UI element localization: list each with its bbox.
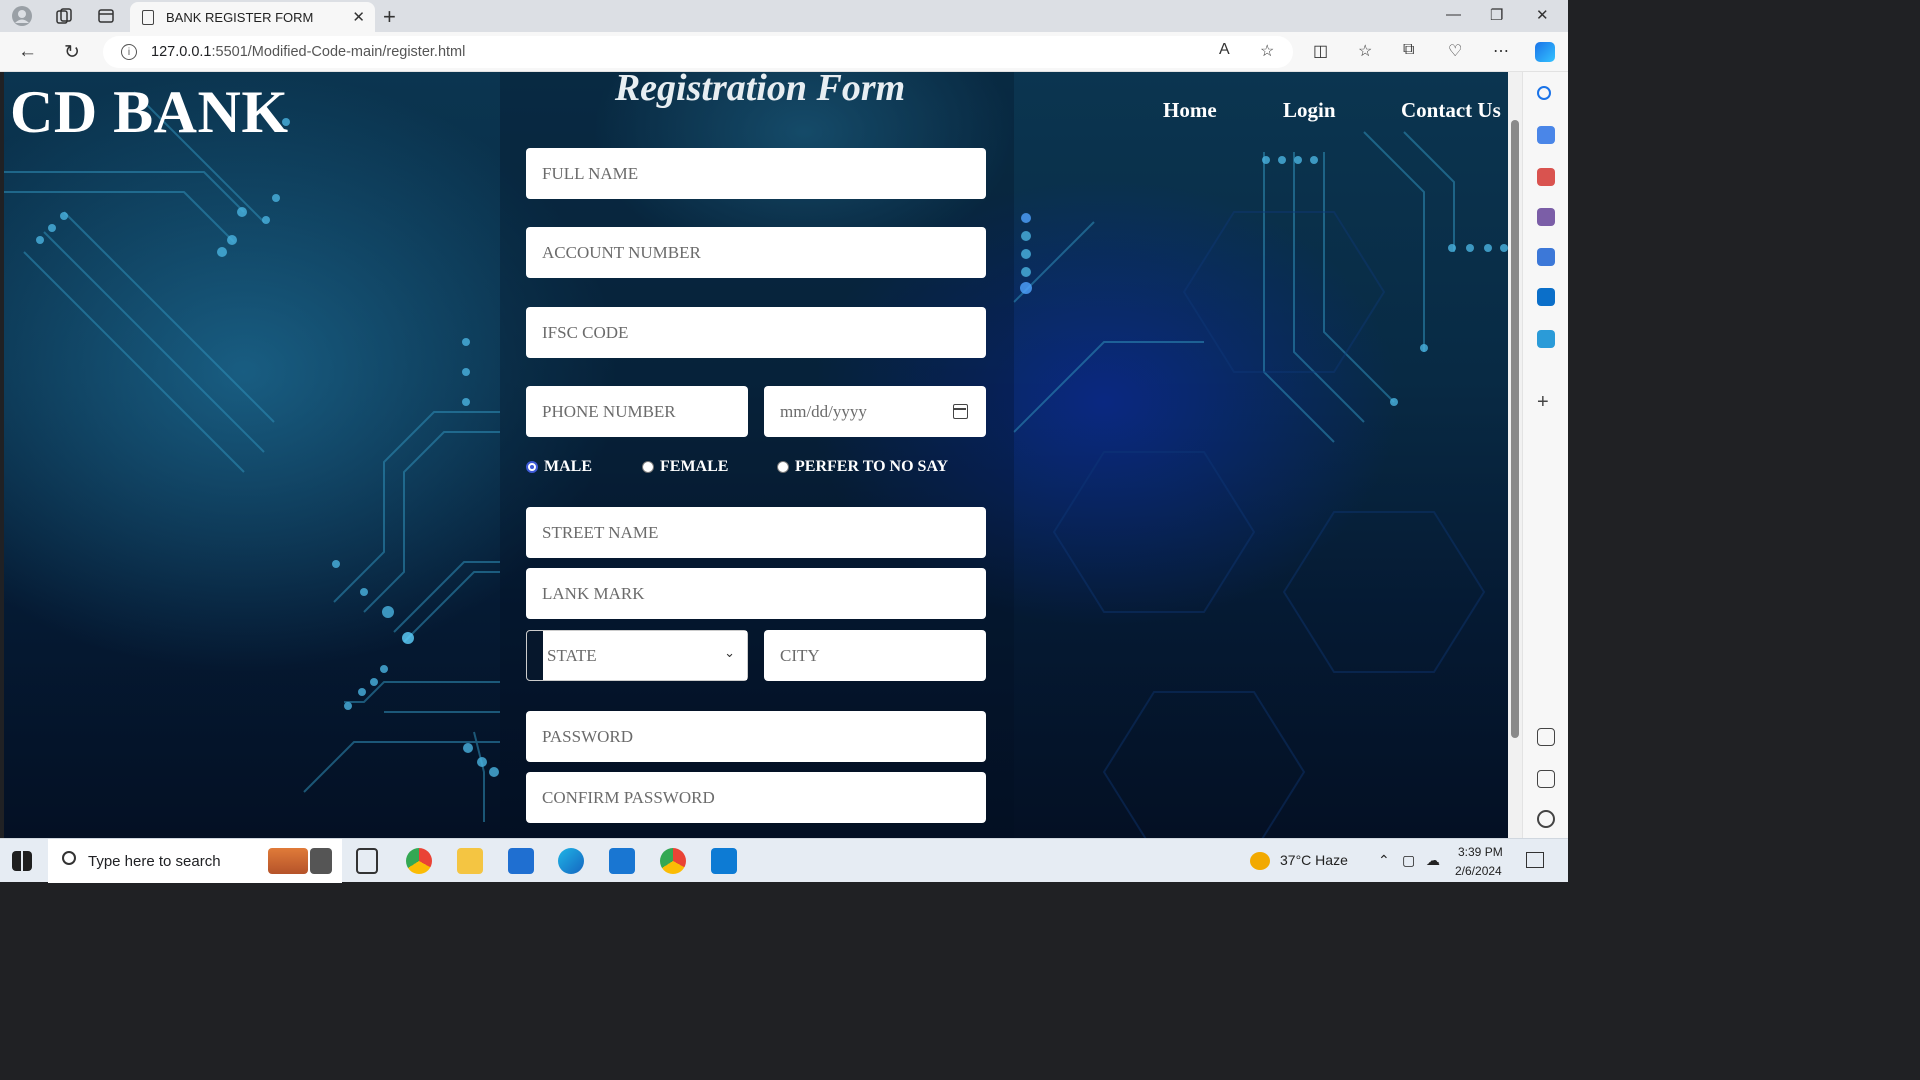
url-path: :5501/Modified-Code-main/register.html bbox=[211, 44, 466, 60]
address-bar[interactable]: i 127.0.0.1:5501/Modified-Code-main/regi… bbox=[103, 36, 1293, 68]
favorites-icon[interactable]: ☆ bbox=[1358, 41, 1372, 61]
page-viewport: CD BANK Registration Form Home Login Con… bbox=[4, 72, 1508, 838]
external-link-icon[interactable] bbox=[1537, 770, 1555, 788]
clock-time[interactable]: 3:39 PM bbox=[1458, 845, 1503, 859]
scrollbar-thumb[interactable] bbox=[1511, 120, 1519, 738]
task-view-icon[interactable] bbox=[356, 848, 378, 874]
collections-icon[interactable]: ⧉ bbox=[1403, 41, 1414, 59]
password-input[interactable]: PASSWORD bbox=[526, 711, 986, 762]
minimize-icon[interactable]: — bbox=[1446, 6, 1461, 23]
document-icon bbox=[142, 9, 154, 25]
outlook-icon[interactable] bbox=[1537, 288, 1555, 306]
full-name-input[interactable]: FULL NAME bbox=[526, 148, 986, 199]
shopping-icon[interactable] bbox=[1537, 126, 1555, 144]
notifications-icon[interactable] bbox=[1526, 852, 1544, 868]
new-tab-icon[interactable]: + bbox=[383, 4, 396, 30]
calculator-icon[interactable] bbox=[310, 848, 332, 874]
weather-sun-icon[interactable] bbox=[1250, 852, 1270, 870]
drop-icon[interactable] bbox=[1537, 330, 1555, 348]
vscode-icon[interactable] bbox=[711, 848, 737, 874]
close-window-icon[interactable]: ✕ bbox=[1536, 6, 1549, 24]
gender-female-option[interactable]: FEMALE bbox=[642, 458, 728, 476]
radio-female[interactable] bbox=[642, 461, 654, 473]
search-icon[interactable] bbox=[1537, 86, 1551, 100]
profile-icon[interactable] bbox=[12, 6, 32, 26]
mail-icon[interactable] bbox=[609, 848, 635, 874]
state-select[interactable]: STATE ⌄ bbox=[526, 630, 748, 681]
file-explorer-icon[interactable] bbox=[457, 848, 483, 874]
nav-contact-link[interactable]: Contact Us bbox=[1401, 98, 1501, 123]
microsoft365-icon[interactable] bbox=[1537, 248, 1555, 266]
radio-label-female: FEMALE bbox=[660, 458, 729, 475]
tab-title: BANK REGISTER FORM bbox=[166, 9, 314, 25]
phone-number-input[interactable]: PHONE NUMBER bbox=[526, 386, 748, 437]
tools-icon[interactable] bbox=[1537, 168, 1555, 186]
ifsc-code-input[interactable]: IFSC CODE bbox=[526, 307, 986, 358]
edge-icon[interactable] bbox=[558, 848, 584, 874]
edge-sidebar: + bbox=[1522, 72, 1568, 838]
gender-male-option[interactable]: MALE bbox=[526, 458, 592, 476]
settings-gear-icon[interactable] bbox=[1537, 810, 1555, 828]
split-screen-icon[interactable]: ◫ bbox=[1313, 41, 1328, 61]
more-menu-icon[interactable]: ⋯ bbox=[1493, 41, 1509, 61]
radio-prefer-not[interactable] bbox=[777, 461, 789, 473]
confirm-password-input[interactable]: CONFIRM PASSWORD bbox=[526, 772, 986, 823]
chrome-icon[interactable] bbox=[406, 848, 432, 874]
workspaces-icon[interactable] bbox=[54, 6, 74, 26]
form-title: Registration Form bbox=[614, 72, 906, 109]
sidebar-toggle-icon[interactable] bbox=[1537, 728, 1555, 746]
start-icon[interactable] bbox=[12, 851, 32, 871]
nav-login-link[interactable]: Login bbox=[1283, 98, 1336, 123]
restore-icon[interactable]: ❐ bbox=[1490, 6, 1503, 24]
browser-essentials-icon[interactable]: ♡ bbox=[1448, 41, 1462, 61]
browser-tab-strip: BANK REGISTER FORM ✕ + — ❐ ✕ bbox=[0, 0, 1568, 32]
clock-date[interactable]: 2/6/2024 bbox=[1455, 864, 1502, 878]
close-tab-icon[interactable]: ✕ bbox=[352, 8, 365, 26]
add-icon[interactable]: + bbox=[1537, 392, 1555, 412]
chevron-down-icon: ⌄ bbox=[724, 645, 735, 660]
brand-logo-text: CD BANK bbox=[10, 79, 289, 145]
account-number-input[interactable]: ACCOUNT NUMBER bbox=[526, 227, 986, 278]
city-input[interactable]: CITY bbox=[764, 630, 986, 681]
copilot-icon[interactable] bbox=[1535, 42, 1555, 62]
radio-label-prefer-not: PERFER TO NO SAY bbox=[795, 458, 949, 475]
date-placeholder: mm/dd/yyyy bbox=[780, 401, 867, 421]
browser-toolbar: ← ↻ i 127.0.0.1:5501/Modified-Code-main/… bbox=[0, 32, 1568, 72]
url-host: 127.0.0.1 bbox=[151, 44, 212, 60]
calendar-icon[interactable] bbox=[953, 404, 968, 419]
widget-cards-icon[interactable] bbox=[268, 848, 308, 874]
street-name-input[interactable]: STREET NAME bbox=[526, 507, 986, 558]
tab-bank-register[interactable]: BANK REGISTER FORM ✕ bbox=[130, 2, 375, 32]
date-of-birth-input[interactable]: mm/dd/yyyy bbox=[764, 386, 986, 437]
favorite-star-icon[interactable]: ☆ bbox=[1260, 41, 1274, 61]
windows-taskbar: Type here to search 37°C Haze ⌃ ▢ ☁ 3:39… bbox=[0, 838, 1568, 883]
page-scrollbar[interactable] bbox=[1508, 72, 1522, 838]
store-icon[interactable] bbox=[508, 848, 534, 874]
onedrive-icon[interactable]: ☁ bbox=[1426, 852, 1440, 869]
search-magnifier-icon bbox=[62, 851, 76, 865]
landmark-input[interactable]: LANK MARK bbox=[526, 568, 986, 619]
weather-text[interactable]: 37°C Haze bbox=[1280, 852, 1348, 868]
site-info-icon[interactable]: i bbox=[121, 44, 137, 60]
radio-male[interactable] bbox=[526, 461, 538, 473]
gender-prefer-not-option[interactable]: PERFER TO NO SAY bbox=[777, 458, 948, 476]
read-aloud-icon[interactable]: A bbox=[1219, 41, 1230, 59]
tab-actions-icon[interactable] bbox=[96, 6, 116, 26]
meet-now-icon[interactable]: ▢ bbox=[1402, 852, 1415, 869]
chrome-profile-icon[interactable] bbox=[660, 848, 686, 874]
games-icon[interactable] bbox=[1537, 208, 1555, 226]
search-placeholder: Type here to search bbox=[88, 852, 221, 870]
refresh-icon[interactable]: ↻ bbox=[64, 41, 80, 64]
nav-home-link[interactable]: Home bbox=[1163, 98, 1217, 123]
radio-label-male: MALE bbox=[544, 458, 592, 475]
state-selected-value: STATE bbox=[547, 645, 597, 665]
back-icon[interactable]: ← bbox=[18, 41, 37, 63]
tray-chevron-icon[interactable]: ⌃ bbox=[1378, 852, 1390, 869]
